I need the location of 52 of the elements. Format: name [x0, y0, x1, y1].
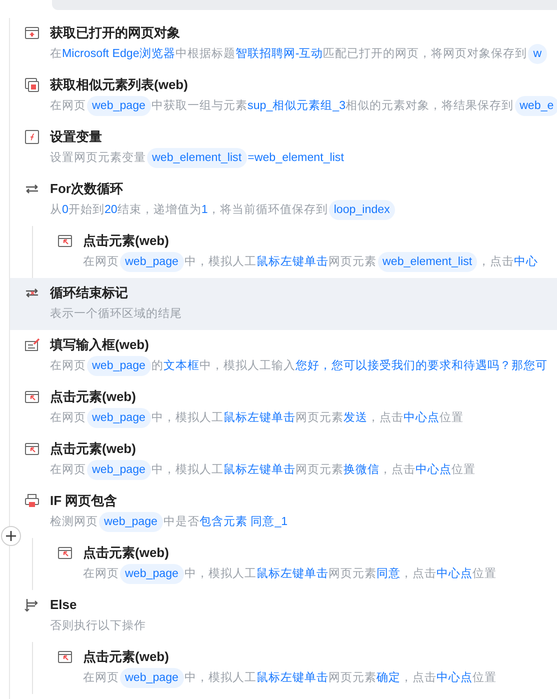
variable-tag: web_page: [87, 460, 151, 480]
variable-tag: web_e: [514, 96, 557, 116]
variable-tag: web_page: [120, 252, 184, 272]
variable-tag: web_page: [87, 96, 151, 116]
step-title: 点击元素(web): [83, 232, 170, 250]
branch-arrow-icon: [24, 597, 40, 613]
step-description: 在网页 web_page 中，模拟人工鼠标左键单击网页元素确定，点击中心点位置: [83, 668, 497, 688]
step-title: 设置变量: [50, 128, 103, 146]
window-cursor-icon: [57, 233, 73, 249]
step-description: 检测网页 web_page 中是否包含元素 同意_1: [50, 512, 288, 532]
step-description: 表示一个循环区域的结尾: [50, 306, 182, 322]
step-title: 点击元素(web): [83, 544, 170, 562]
variable-tag: web_page: [87, 408, 151, 428]
step-description: 在网页 web_page 中，模拟人工鼠标左键单击网页元素发送，点击中心点位置: [50, 408, 464, 428]
stacked-windows-icon: [24, 77, 40, 93]
function-box-icon: [24, 129, 40, 145]
step-title: 获取已打开的网页对象: [50, 24, 181, 42]
step-row[interactable]: 循环结束标记 表示一个循环区域的结尾: [10, 278, 557, 330]
window-cursor-icon: [57, 545, 73, 561]
step-description: 设置网页元素变量 web_element_list =web_element_list: [50, 148, 344, 168]
step-title: 点击元素(web): [50, 388, 137, 406]
variable-tag: web_page: [87, 356, 151, 376]
step-description: 在网页 web_page 中，模拟人工鼠标左键单击网页元素换微信，点击中心点位置: [50, 460, 476, 480]
step-title: 获取相似元素列表(web): [50, 76, 189, 94]
step-description: 否则执行以下操作: [50, 618, 146, 634]
step-title: 循环结束标记: [50, 284, 129, 302]
variable-tag: web_page: [120, 564, 184, 584]
step-title: Else: [50, 596, 78, 614]
variable-tag: w: [528, 44, 547, 64]
add-button[interactable]: [1, 526, 21, 546]
variable-tag: web_page: [99, 512, 163, 532]
step-description: 从0开始到20结束，递增值为1，将当前循环值保存到 loop_index: [50, 200, 396, 220]
step-title: For次数循环: [50, 180, 124, 198]
window-cursor-icon: [57, 649, 73, 665]
form-pencil-icon: [24, 337, 40, 353]
variable-tag: loop_index: [328, 200, 395, 220]
plus-icon: [6, 531, 16, 541]
step-title: 点击元素(web): [83, 648, 170, 666]
step-description: 在网页 web_page 中，模拟人工鼠标左键单击网页元素 web_element_list ，点击中心: [83, 252, 538, 272]
step-description: 在网页 web_page 的文本框中，模拟人工输入您好，您可以接受我们的要求和待遇吗？那您可: [50, 356, 548, 376]
step-description: 在网页 web_page 中，模拟人工鼠标左键单击网页元素同意，点击中心点位置: [83, 564, 497, 584]
variable-tag: web_element_list: [378, 252, 478, 272]
window-cursor-icon: [24, 389, 40, 405]
step-title: 点击元素(web): [50, 440, 137, 458]
browser-window-icon: [24, 25, 40, 41]
step-description: 在Microsoft Edge浏览器中根据标题智联招聘网-互动匹配已打开的网页，将网页对象保存到 w: [50, 44, 548, 64]
variable-tag: web_element_list: [147, 148, 247, 168]
step-title: IF 网页包含: [50, 492, 118, 510]
variable-tag: web_page: [120, 668, 184, 688]
window-cursor-icon: [24, 441, 40, 457]
step-description: 在网页 web_page 中获取一组与元素sup_相似元素组_3相似的元素对象，将结果保存到 web_e: [50, 96, 557, 116]
printer-icon: [24, 493, 40, 509]
